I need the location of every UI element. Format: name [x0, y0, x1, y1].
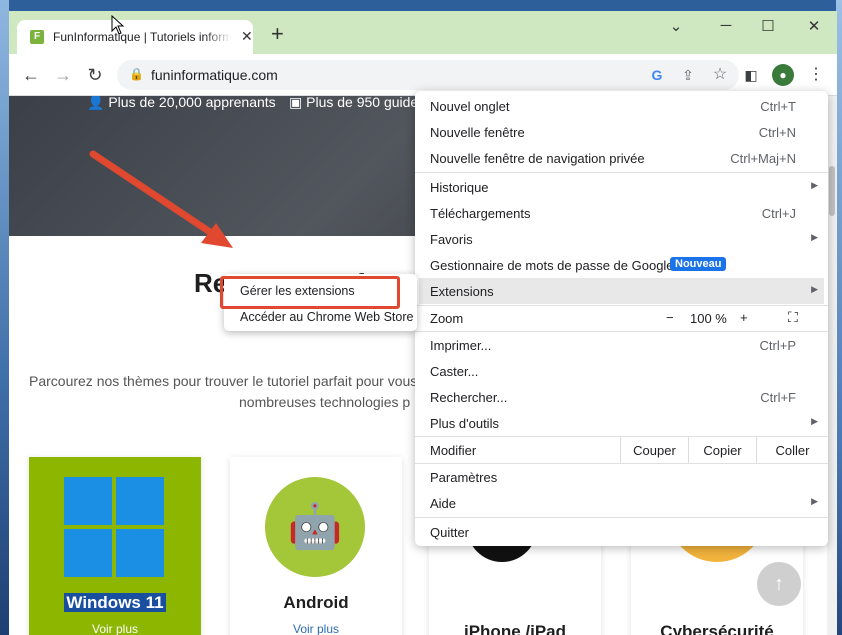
card-windows-11[interactable]: Windows 11 Voir plus: [29, 457, 201, 635]
tab-close-icon[interactable]: ✕: [241, 28, 253, 45]
document-icon: ▣: [289, 96, 307, 110]
card-android[interactable]: 🤖 Android Voir plus: [230, 457, 402, 635]
menu-item-edit: Modifier Couper Copier Coller: [415, 437, 828, 463]
browser-window: F FunInformatique | Tutoriels informatiq…: [9, 11, 837, 635]
annotation-highlight-box: [220, 276, 400, 309]
tab-title: FunInformatique | Tutoriels informatique: [53, 30, 231, 44]
scroll-to-top-button[interactable]: ↑: [757, 562, 801, 606]
paste-button[interactable]: Coller: [756, 437, 828, 463]
zoom-level: 100 %: [690, 311, 727, 326]
profile-avatar-icon[interactable]: ●: [772, 64, 794, 86]
card-title: Cybersécurité: [660, 622, 774, 635]
hero-stat-learners: 👤 Plus de 20,000 apprenants: [87, 96, 276, 110]
menu-item-downloads[interactable]: Téléchargements Ctrl+J: [415, 200, 828, 226]
side-panel-icon[interactable]: ◧: [739, 63, 763, 87]
card-link[interactable]: Voir plus: [230, 622, 402, 635]
reload-icon[interactable]: ↻: [83, 63, 107, 87]
cut-button[interactable]: Couper: [620, 437, 688, 463]
menu-item-quit[interactable]: Quitter: [415, 519, 828, 545]
chrome-main-menu: Nouvel onglet Ctrl+T Nouvelle fenêtre Ctrl…: [415, 91, 828, 546]
toolbar: ← → ↻ 🔒 funinformatique.com G ⇪ ☆ ◧ ● ⋮: [9, 54, 837, 96]
lock-icon[interactable]: 🔒: [129, 67, 144, 81]
desktop-wallpaper-left: [0, 0, 9, 635]
back-arrow-icon[interactable]: ←: [19, 63, 43, 87]
card-title: iPhone /iPad: [463, 622, 567, 635]
menu-item-history[interactable]: Historique ▶: [415, 174, 828, 200]
bookmark-star-icon[interactable]: ☆: [710, 65, 730, 85]
user-icon: 👤: [87, 96, 109, 110]
windows-logo-icon: [64, 477, 164, 577]
close-window-button[interactable]: ✕: [799, 17, 829, 39]
tab-funinformatique[interactable]: F FunInformatique | Tutoriels informatiq…: [17, 20, 253, 54]
menu-item-find[interactable]: Rechercher... Ctrl+F: [415, 384, 828, 410]
url-text[interactable]: funinformatique.com: [151, 67, 278, 83]
menu-item-new-window[interactable]: Nouvelle fenêtre Ctrl+N: [415, 119, 828, 145]
mouse-cursor-icon: [111, 15, 125, 35]
new-tab-button[interactable]: +: [271, 23, 284, 45]
zoom-in-button[interactable]: +: [740, 310, 748, 325]
new-badge: Nouveau: [670, 257, 727, 271]
chrome-web-store-item[interactable]: Accéder au Chrome Web Store: [240, 310, 413, 324]
google-lens-icon[interactable]: G: [647, 65, 667, 85]
address-bar[interactable]: 🔒 funinformatique.com G ⇪ ☆: [117, 60, 739, 90]
hero-stat-guides: ▣ Plus de 950 guides: [289, 96, 426, 110]
chevron-right-icon: ▶: [811, 232, 818, 242]
menu-item-extensions[interactable]: Extensions ▶: [419, 278, 824, 304]
zoom-out-button[interactable]: −: [666, 310, 674, 325]
menu-item-bookmarks[interactable]: Favoris ▶: [415, 226, 828, 252]
page-scrollbar[interactable]: [827, 96, 837, 635]
menu-item-incognito[interactable]: Nouvelle fenêtre de navigation privée Ctr…: [415, 145, 828, 171]
menu-separator: [415, 517, 828, 518]
card-title: Windows 11: [64, 593, 166, 612]
chevron-right-icon: ▶: [811, 180, 818, 190]
menu-item-password-manager[interactable]: Gestionnaire de mots de passe de Google N…: [415, 252, 828, 278]
forward-arrow-icon[interactable]: →: [51, 63, 75, 87]
menu-item-cast[interactable]: Caster...: [415, 358, 828, 384]
share-icon[interactable]: ⇪: [678, 65, 698, 85]
chevron-right-icon: ▶: [811, 284, 818, 294]
menu-item-zoom: Zoom − 100 % + ⛶: [430, 309, 798, 326]
chrome-menu-kebab-icon[interactable]: ⋮: [804, 63, 828, 87]
fullscreen-icon[interactable]: ⛶: [788, 309, 798, 326]
chevron-right-icon: ▶: [811, 416, 818, 426]
menu-separator: [415, 172, 828, 173]
minimize-button[interactable]: ─: [711, 17, 741, 39]
menu-item-print[interactable]: Imprimer... Ctrl+P: [415, 332, 828, 358]
menu-item-help[interactable]: Aide ▶: [415, 490, 828, 516]
card-link[interactable]: Voir plus: [29, 622, 201, 635]
menu-item-settings[interactable]: Paramètres: [415, 464, 828, 490]
menu-item-more-tools[interactable]: Plus d'outils ▶: [415, 410, 828, 436]
copy-button[interactable]: Copier: [688, 437, 756, 463]
tab-strip: F FunInformatique | Tutoriels informatiq…: [9, 11, 837, 54]
site-favicon-icon: F: [30, 30, 44, 44]
scrollbar-thumb[interactable]: [829, 166, 835, 216]
menu-item-new-tab[interactable]: Nouvel onglet Ctrl+T: [415, 93, 828, 119]
arrow-up-icon: ↑: [774, 573, 784, 595]
maximize-button[interactable]: ☐: [753, 17, 783, 39]
android-logo-icon: 🤖: [265, 477, 365, 577]
chevron-right-icon: ▶: [811, 496, 818, 506]
tab-search-chevron-icon[interactable]: ⌄: [661, 17, 691, 39]
card-title: Android: [283, 593, 349, 612]
